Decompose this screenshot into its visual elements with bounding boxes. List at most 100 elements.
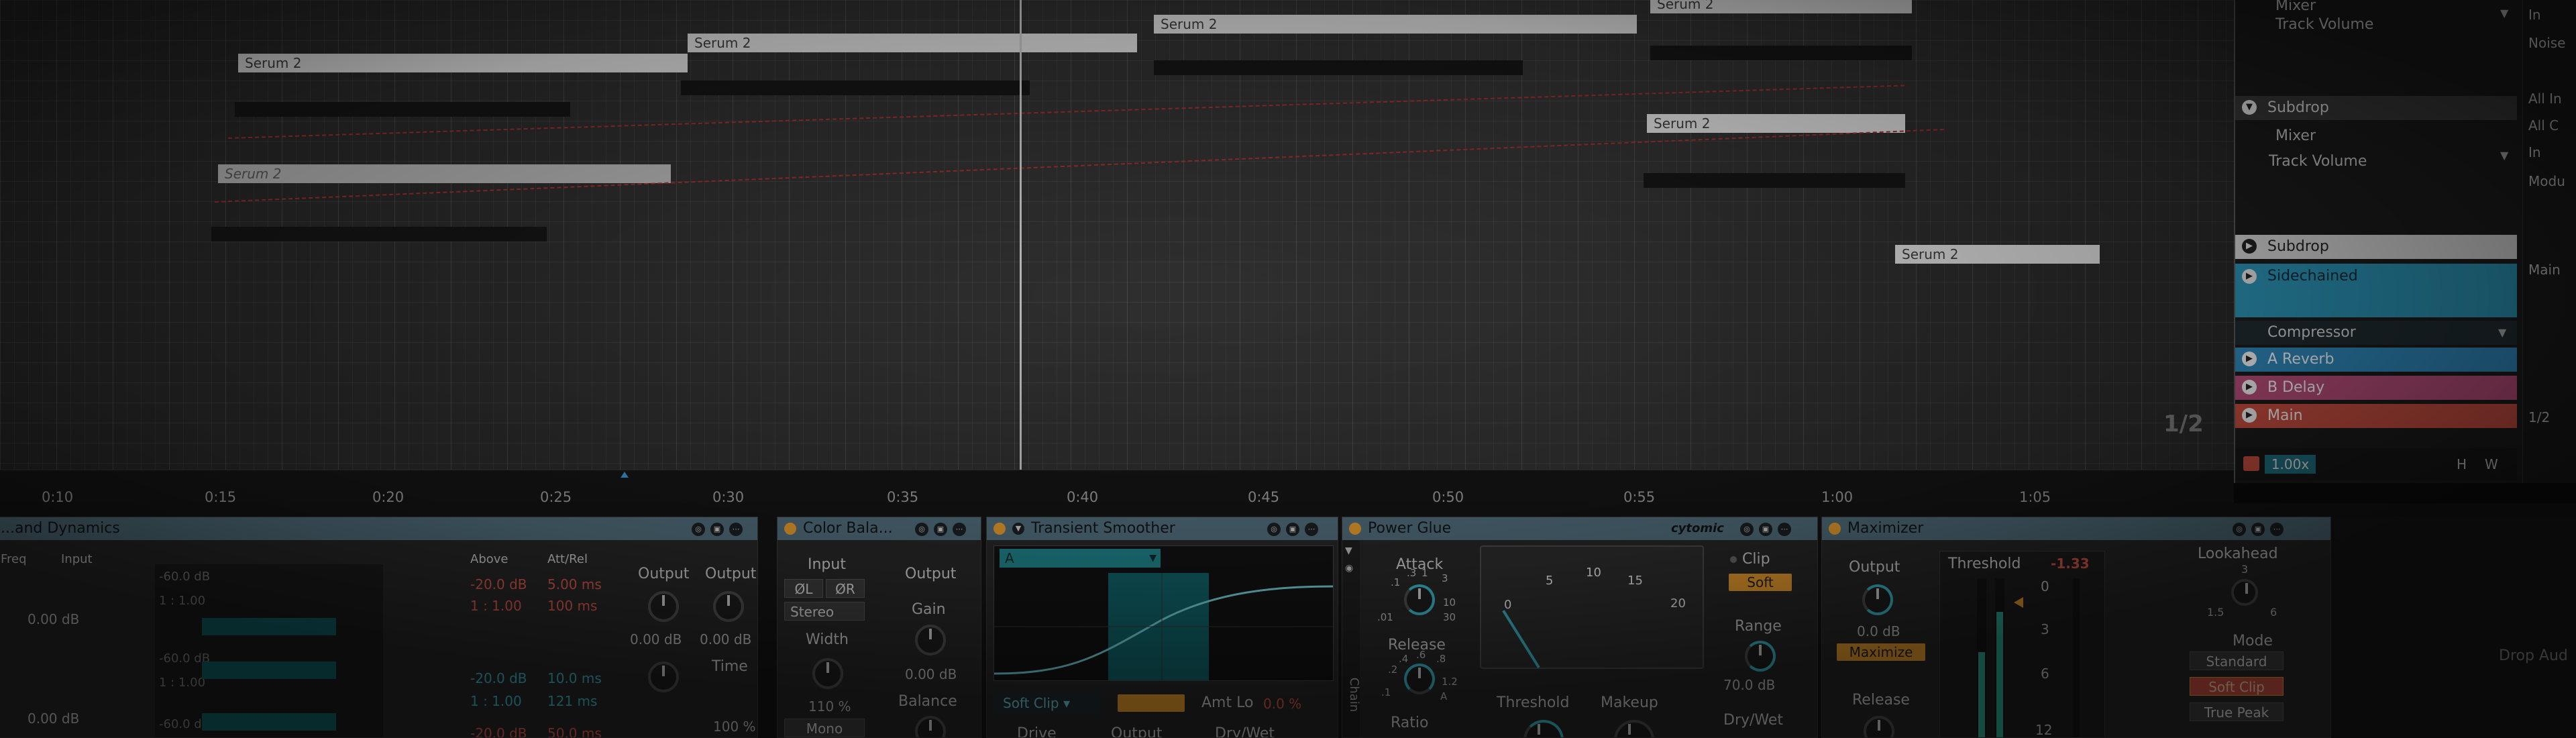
midi-note[interactable] <box>1154 60 1523 75</box>
chooser-item[interactable]: Track Volume <box>2269 153 2537 170</box>
output-knob[interactable] <box>1862 584 1893 615</box>
time-ruler[interactable]: 0:10 0:15 0:20 0:25 0:30 0:35 0:40 0:45 … <box>0 470 2234 505</box>
output-value[interactable]: 0.00 dB <box>630 631 682 647</box>
io-label[interactable]: Modu <box>2528 173 2565 189</box>
preset-dropdown[interactable]: A ▼ <box>1000 549 1161 568</box>
save-preset-icon[interactable]: ▣ <box>2251 523 2265 536</box>
release-value[interactable]: 121 ms <box>547 693 597 709</box>
output-knob[interactable] <box>648 591 679 622</box>
range-value[interactable]: 70.0 dB <box>1723 677 1775 693</box>
more-icon[interactable]: ⋯ <box>1778 523 1791 536</box>
release-knob[interactable] <box>1404 664 1435 694</box>
dropdown-arrow-icon[interactable]: ▼ <box>2498 321 2506 345</box>
play-icon[interactable]: ▶ <box>2242 269 2257 284</box>
save-preset-icon[interactable]: ▣ <box>934 523 947 536</box>
more-icon[interactable]: ⋯ <box>1305 523 1318 536</box>
attack-value[interactable]: 5.00 ms <box>547 576 602 592</box>
phase-left-button[interactable]: ØL <box>784 579 823 598</box>
io-label[interactable]: 1/2 <box>2528 409 2550 425</box>
io-label[interactable]: All In <box>2528 91 2562 107</box>
threshold-knob[interactable] <box>1523 720 1564 737</box>
device-header[interactable]: Color Bala... ◎ ▣ ⋯ <box>777 517 981 540</box>
clip[interactable]: Serum 2 <box>218 164 671 183</box>
mode-standard-button[interactable]: Standard <box>2190 651 2284 670</box>
track-header-subdrop-2[interactable]: ▶ Subdrop <box>2235 235 2517 259</box>
device-header[interactable]: ...and Dynamics ◎ ▣ ⋯ <box>0 517 757 540</box>
attack-value[interactable]: 50.0 ms <box>547 725 602 737</box>
orange-toggle[interactable] <box>1118 694 1185 712</box>
attack-knob[interactable] <box>1404 584 1435 615</box>
metronome-icon[interactable] <box>2243 456 2259 471</box>
collapse-icon[interactable]: ▼ <box>2242 100 2257 115</box>
device-header[interactable]: Maximizer ◎ ▣ ⋯ <box>1822 517 2330 540</box>
above-level[interactable]: -20.0 dB <box>470 725 527 737</box>
chooser-item[interactable]: Mixer <box>2275 127 2544 144</box>
collapse-icon[interactable]: ▼ <box>1345 545 1352 556</box>
hotswap-icon[interactable]: ◎ <box>2233 523 2246 536</box>
mode-softclip-button[interactable]: Soft Clip <box>2190 677 2284 696</box>
clip[interactable]: Serum 2 <box>1650 0 1912 13</box>
clip[interactable]: Serum 2 <box>238 54 688 72</box>
output-knob[interactable] <box>648 662 679 692</box>
track-header-subdrop[interactable]: ▼ Subdrop <box>2235 96 2517 120</box>
range-knob[interactable] <box>1745 641 1776 672</box>
track-header-main[interactable]: ▶ Main <box>2235 404 2517 428</box>
above-ratio[interactable]: 1 : 1.00 <box>470 693 522 709</box>
input-value[interactable]: 0.00 dB <box>28 611 79 627</box>
io-label[interactable]: Main <box>2528 262 2561 278</box>
clip[interactable]: Serum 2 <box>1647 114 1905 133</box>
dropdown-arrow-icon[interactable]: ▼ <box>2500 7 2508 19</box>
play-icon[interactable]: ▶ <box>2242 239 2257 254</box>
gain-value[interactable]: 0.00 dB <box>905 666 957 682</box>
input-value[interactable]: 0.00 dB <box>28 710 79 727</box>
mode-truepeak-button[interactable]: True Peak <box>2190 702 2284 721</box>
width-value[interactable]: 110 % <box>808 698 851 715</box>
more-icon[interactable]: ⋯ <box>953 523 966 536</box>
save-preset-icon[interactable]: ▣ <box>1286 523 1299 536</box>
loop-marker-icon[interactable] <box>621 472 629 478</box>
play-icon[interactable]: ▶ <box>2242 408 2257 423</box>
headphones-icon[interactable]: ◉ <box>1345 563 1353 574</box>
maximize-toggle[interactable]: Maximize <box>1837 643 1925 661</box>
arrangement-view[interactable]: Serum 2 Serum 2 Serum 2 Serum 2 Serum 2 … <box>0 0 2234 483</box>
device-power-button[interactable] <box>784 523 796 535</box>
attack-value[interactable]: 10.0 ms <box>547 670 602 686</box>
soft-clip-toggle[interactable]: Soft <box>1729 574 1792 591</box>
above-level[interactable]: -20.0 dB <box>470 670 527 686</box>
io-label[interactable]: All C <box>2528 117 2559 134</box>
time-value[interactable]: 100 % <box>713 719 756 735</box>
io-label[interactable]: In <box>2528 7 2541 23</box>
clip[interactable]: Serum 2 <box>1895 245 2100 264</box>
phase-right-button[interactable]: ØR <box>826 579 865 598</box>
w-button[interactable]: W <box>2485 456 2498 472</box>
playhead[interactable] <box>1020 0 1022 473</box>
output-value[interactable]: 0.00 dB <box>700 631 751 647</box>
more-icon[interactable]: ⋯ <box>729 523 743 536</box>
makeup-knob[interactable] <box>1614 720 1654 737</box>
width-knob[interactable] <box>812 658 843 689</box>
channel-mode-dropdown[interactable]: Stereo <box>784 602 865 621</box>
dropdown-arrow-icon[interactable]: ▼ <box>2500 149 2508 162</box>
save-preset-icon[interactable]: ▣ <box>710 523 724 536</box>
transfer-curve-display[interactable]: A ▼ <box>994 545 1334 681</box>
threshold-value[interactable]: -1.33 <box>2051 556 2090 572</box>
device-header[interactable]: Power Glue cytomic ◎ ▣ ⋯ <box>1342 517 1817 540</box>
clip[interactable]: Serum 2 <box>688 34 1137 52</box>
device-power-button[interactable] <box>1829 523 1841 535</box>
drop-zone[interactable]: Drop Aud <box>2334 517 2576 738</box>
output-value[interactable]: 0.0 dB <box>1857 623 1900 639</box>
clip[interactable]: Serum 2 <box>1154 15 1637 34</box>
tempo-scale[interactable]: 1.00x <box>2265 455 2316 474</box>
device-header[interactable]: ▼ Transient Smoother ◎ ▣ ⋯ <box>987 517 1338 540</box>
device-power-button[interactable] <box>994 523 1006 535</box>
more-icon[interactable]: ⋯ <box>2270 523 2284 536</box>
io-label[interactable]: Noise <box>2528 35 2565 51</box>
hotswap-icon[interactable]: ◎ <box>915 523 928 536</box>
lookahead-knob[interactable] <box>2231 579 2258 606</box>
play-icon[interactable]: ▶ <box>2242 380 2257 394</box>
track-header-sidechained[interactable]: ▶ Sidechained <box>2235 264 2517 317</box>
play-icon[interactable]: ▶ <box>2242 352 2257 366</box>
device-power-button[interactable] <box>1349 523 1361 535</box>
gain-knob[interactable] <box>915 625 946 655</box>
midi-note[interactable] <box>211 227 547 242</box>
